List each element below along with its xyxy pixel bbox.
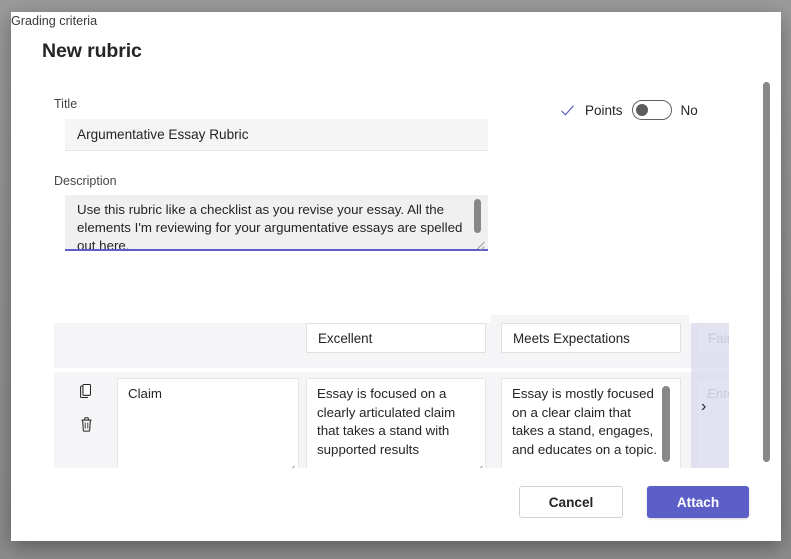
grading-criteria-label: Grading criteria xyxy=(11,14,97,28)
description-label: Description xyxy=(54,174,117,188)
new-rubric-dialog: New rubric Title Points No Description G xyxy=(11,12,781,541)
chevron-right-icon[interactable]: › xyxy=(701,399,706,415)
column-header-meets-expectations[interactable] xyxy=(501,323,681,353)
dialog-scrollbar-thumb[interactable] xyxy=(763,82,770,462)
grading-criteria-table: › xyxy=(54,315,729,468)
points-label: Points xyxy=(585,103,623,118)
points-toggle[interactable] xyxy=(632,100,672,120)
trash-icon xyxy=(79,416,94,433)
points-toggle-state: No xyxy=(681,103,698,118)
toggle-knob xyxy=(636,104,648,116)
page-title: New rubric xyxy=(42,40,142,63)
column-header-excellent[interactable] xyxy=(306,323,486,353)
cell-excellent-claim[interactable] xyxy=(306,378,486,468)
attach-button[interactable]: Attach xyxy=(647,486,749,518)
table-row xyxy=(54,372,729,468)
cell-fair-claim[interactable] xyxy=(696,378,729,468)
title-input[interactable] xyxy=(65,119,488,151)
copy-icon xyxy=(79,383,94,399)
row-toolbar xyxy=(69,380,103,435)
cancel-button[interactable]: Cancel xyxy=(519,486,623,518)
dialog-scroll-body: New rubric Title Points No Description G xyxy=(11,12,781,468)
description-textarea[interactable] xyxy=(65,195,488,251)
checkmark-icon xyxy=(559,102,576,119)
copy-row-button[interactable] xyxy=(75,380,97,402)
criteria-cell-claim[interactable] xyxy=(117,378,299,468)
delete-row-button[interactable] xyxy=(75,413,97,435)
cell-meets-expectations-claim[interactable] xyxy=(501,378,681,468)
title-label: Title xyxy=(54,97,77,111)
description-wrapper xyxy=(65,195,488,251)
points-row: Points No xyxy=(559,100,698,120)
column-header-fair[interactable] xyxy=(696,323,729,353)
dialog-scrollbar[interactable] xyxy=(759,72,775,472)
